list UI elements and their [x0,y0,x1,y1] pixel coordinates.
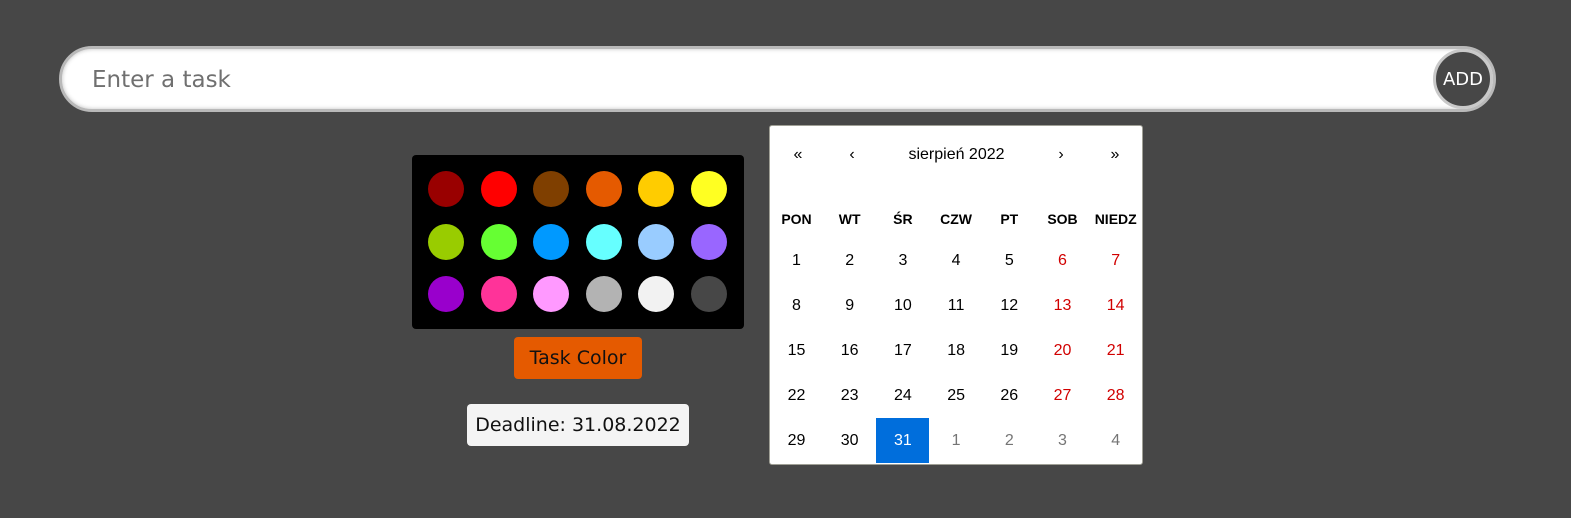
color-swatch[interactable] [533,171,569,207]
color-swatch[interactable] [690,276,727,312]
color-swatch[interactable] [480,171,517,207]
color-swatch[interactable] [638,223,674,260]
calendar-day[interactable]: 23 [823,373,876,418]
calendar-day[interactable]: 19 [983,328,1036,373]
calendar-day[interactable]: 28 [1089,373,1142,418]
add-button[interactable]: ADD [1433,49,1493,109]
deadline-button[interactable]: Deadline: 31.08.2022 [467,404,689,446]
calendar-day[interactable]: 13 [1036,283,1089,328]
calendar-day[interactable]: 18 [930,328,983,373]
calendar-day[interactable]: 29 [770,418,823,463]
next-month-button[interactable]: › [1035,138,1087,172]
weekday-label: PT [1000,211,1019,227]
calendar-day[interactable]: 3 [876,238,929,283]
task-color-button[interactable]: Task Color [514,337,642,379]
weekday-label: SOB [1047,211,1078,227]
calendar-day[interactable]: 9 [823,283,876,328]
calendar-day[interactable]: 17 [876,328,929,373]
prev-month-button[interactable]: ‹ [826,138,878,172]
calendar-day-selected[interactable]: 31 [876,418,930,463]
calendar-day[interactable]: 1 [770,238,823,283]
calendar-day[interactable]: 4 [1089,418,1142,463]
color-swatch[interactable] [690,223,727,260]
calendar-day[interactable]: 8 [770,283,823,328]
color-swatch[interactable] [690,171,727,207]
color-swatch[interactable] [638,171,674,207]
calendar-day[interactable]: 15 [770,328,823,373]
calendar-day[interactable]: 14 [1089,283,1142,328]
color-swatch[interactable] [480,223,517,260]
color-swatch[interactable] [585,276,622,312]
calendar-day[interactable]: 3 [1036,418,1089,463]
calendar-day[interactable]: 22 [770,373,823,418]
color-palette [412,155,744,329]
calendar-day[interactable]: 27 [1036,373,1089,418]
calendar-day[interactable]: 6 [1036,238,1089,283]
calendar-day[interactable]: 11 [930,283,983,328]
task-bar: ADD [59,46,1496,112]
weekday-label: ŚR [893,211,913,227]
calendar-day[interactable]: 20 [1036,328,1089,373]
calendar: « ‹ sierpień 2022 › » PON WT ŚR CZW PT SOB NIE… [769,125,1143,465]
color-swatch[interactable] [428,171,464,207]
calendar-day[interactable]: 5 [983,238,1036,283]
calendar-day[interactable]: 30 [823,418,876,463]
calendar-day[interactable]: 26 [983,373,1036,418]
weekday-label: CZW [940,211,973,227]
calendar-day[interactable]: 10 [876,283,929,328]
color-swatch[interactable] [480,276,517,312]
calendar-day[interactable]: 25 [930,373,983,418]
next-year-button[interactable]: » [1087,138,1143,172]
color-swatch[interactable] [533,276,569,312]
month-label[interactable]: sierpień 2022 [878,138,1035,172]
calendar-day[interactable]: 1 [930,418,983,463]
calendar-day[interactable]: 2 [823,238,876,283]
calendar-day[interactable]: 21 [1089,328,1142,373]
calendar-day[interactable]: 2 [983,418,1036,463]
weekday-label: PON [781,211,812,227]
calendar-day[interactable]: 7 [1089,238,1142,283]
weekday-label: NIEDZ [1094,211,1137,227]
color-swatch[interactable] [585,171,622,207]
color-swatch[interactable] [428,223,464,260]
prev-year-button[interactable]: « [770,138,826,172]
task-input[interactable] [90,49,1424,111]
color-swatch[interactable] [533,223,569,260]
color-swatch[interactable] [638,276,674,312]
calendar-day[interactable]: 16 [823,328,876,373]
color-swatch[interactable] [585,223,622,260]
weekday-label: WT [838,211,861,227]
color-swatch[interactable] [428,276,464,312]
calendar-day[interactable]: 12 [983,283,1036,328]
calendar-day[interactable]: 4 [930,238,983,283]
calendar-day[interactable]: 24 [876,373,929,418]
